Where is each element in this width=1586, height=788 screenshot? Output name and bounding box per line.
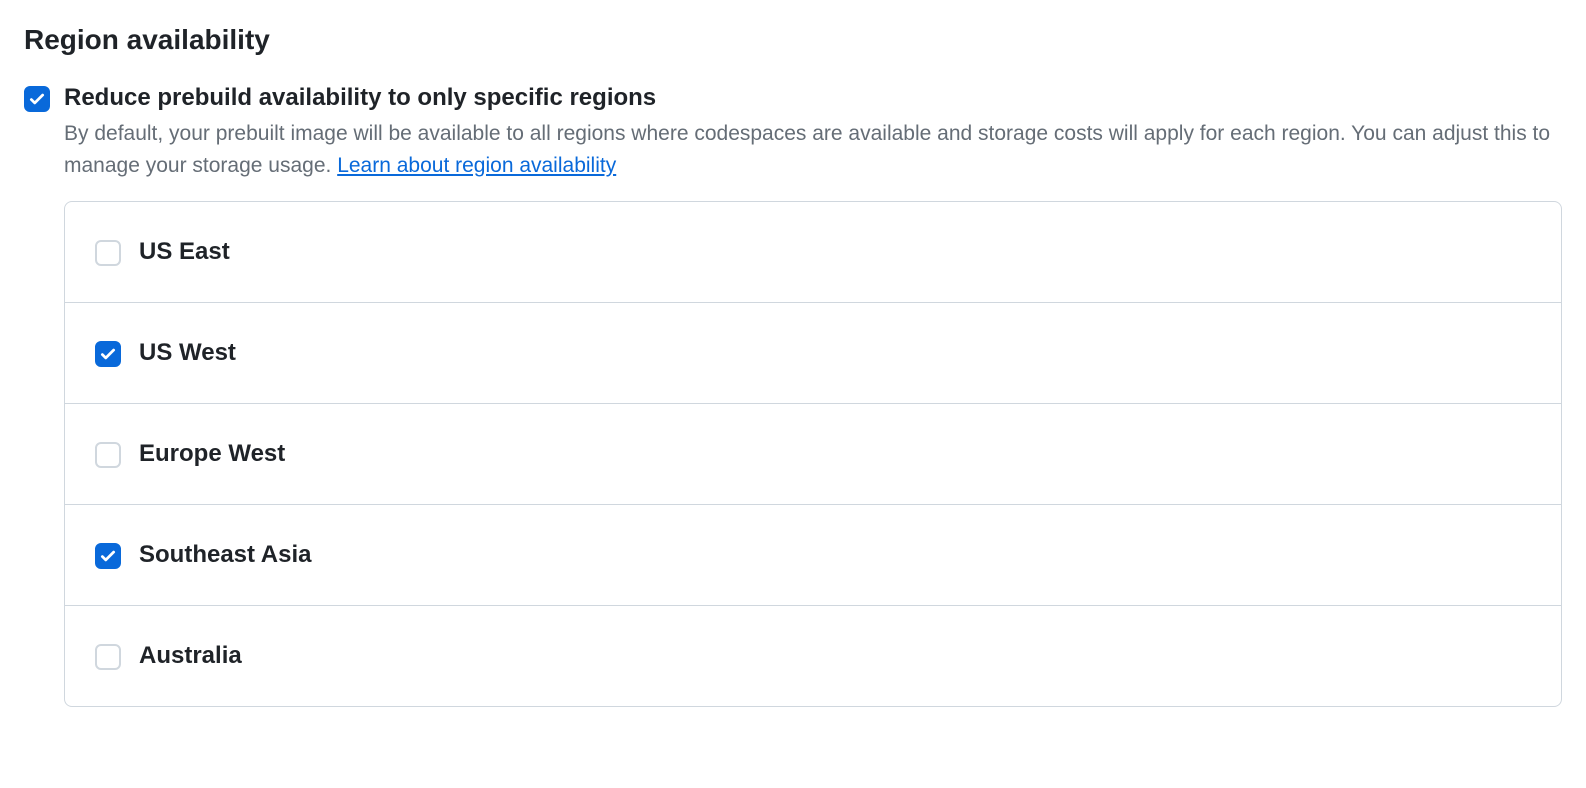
learn-region-availability-link[interactable]: Learn about region availability [337,154,616,177]
region-checkbox[interactable] [95,543,121,569]
region-checkbox[interactable] [95,442,121,468]
section-title: Region availability [24,24,1562,56]
region-label: Australia [139,642,242,670]
region-checkbox[interactable] [95,644,121,670]
reduce-prebuild-description: By default, your prebuilt image will be … [64,118,1562,181]
reduce-prebuild-label[interactable]: Reduce prebuild availability to only spe… [64,84,1562,112]
reduce-prebuild-option: Reduce prebuild availability to only spe… [24,84,1562,707]
region-list: US East US West Europe West Southeast Asia A… [64,201,1562,707]
region-item[interactable]: Australia [65,606,1561,706]
checkmark-icon [28,90,46,108]
checkmark-icon [99,345,117,363]
region-label: Europe West [139,440,285,468]
reduce-prebuild-checkbox[interactable] [24,86,50,112]
checkmark-icon [99,547,117,565]
region-label: US West [139,339,236,367]
region-checkbox[interactable] [95,341,121,367]
region-item[interactable]: Southeast Asia [65,505,1561,606]
region-item[interactable]: Europe West [65,404,1561,505]
region-item[interactable]: US West [65,303,1561,404]
region-label: Southeast Asia [139,541,312,569]
description-text: By default, your prebuilt image will be … [64,122,1550,177]
region-item[interactable]: US East [65,202,1561,303]
region-checkbox[interactable] [95,240,121,266]
option-content: Reduce prebuild availability to only spe… [64,84,1562,707]
region-label: US East [139,238,230,266]
